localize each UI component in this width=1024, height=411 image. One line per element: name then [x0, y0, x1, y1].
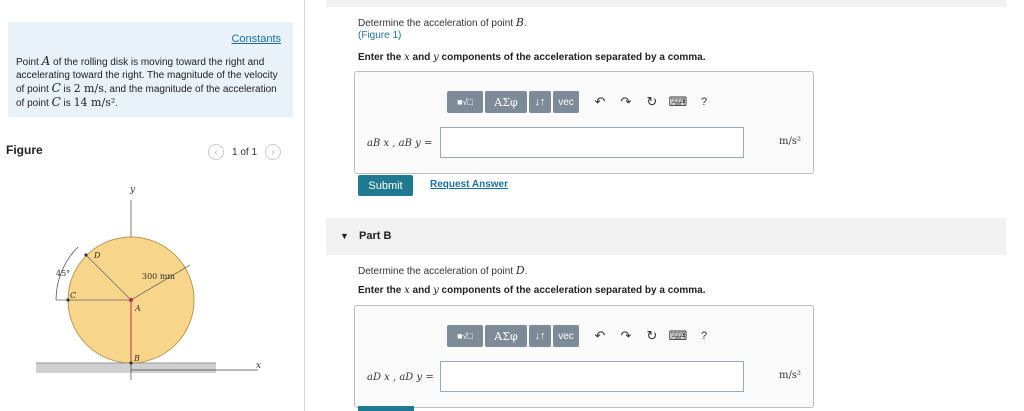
- reset-icon[interactable]: ↻: [639, 325, 665, 347]
- pager-text: 1 of 1: [232, 146, 258, 158]
- point-b-dot: [129, 361, 133, 365]
- top-strip: [326, 0, 1006, 7]
- point-c-label: C: [70, 291, 76, 300]
- radius-label: 300 mm: [142, 272, 175, 281]
- part-a-variable-label: aB x , aB y =: [367, 138, 433, 149]
- part-b-answer-input[interactable]: [440, 361, 744, 392]
- part-a-instructions: Enter the x and y components of the acce…: [358, 52, 706, 63]
- problem-statement: Point A of the rolling disk is moving to…: [16, 54, 278, 110]
- part-b-submit-button-partial[interactable]: [358, 406, 414, 411]
- vec-button[interactable]: vec: [553, 325, 579, 347]
- x-axis-label: x: [256, 361, 261, 371]
- point-b-label: B: [133, 354, 140, 363]
- part-b-unit: m/s²: [779, 370, 801, 381]
- undo-icon[interactable]: ↶: [587, 91, 613, 113]
- next-figure-button[interactable]: ›: [265, 144, 282, 160]
- point-a-dot: [129, 298, 133, 302]
- rolling-disk-figure: y x 45° 300 mm A B C D: [36, 185, 261, 380]
- figure-label: Figure: [6, 143, 43, 157]
- reset-icon[interactable]: ↻: [639, 91, 665, 113]
- part-b-variable-label: aD x , aD y =: [367, 372, 434, 383]
- keyboard-icon[interactable]: ⌨: [665, 91, 691, 113]
- templates-button[interactable]: ■√□: [447, 325, 483, 347]
- keyboard-icon[interactable]: ⌨: [665, 325, 691, 347]
- part-b-instructions: Enter the x and y components of the acce…: [358, 285, 706, 296]
- figure-pager: ‹ 1 of 1 ›: [208, 144, 282, 160]
- point-d-label: D: [93, 251, 101, 260]
- help-icon[interactable]: ?: [691, 91, 717, 113]
- part-b-math-toolbar: ■√□ ΑΣφ ↓↑ vec ↶ ↷ ↻ ⌨ ?: [447, 325, 717, 347]
- submit-button[interactable]: Submit: [358, 175, 413, 196]
- part-b-title: Part B: [359, 230, 392, 242]
- answer-panel: Determine the acceleration of point B. (…: [306, 0, 1024, 411]
- angle-label: 45°: [56, 269, 70, 278]
- part-a-answer-box: ■√□ ΑΣφ ↓↑ vec ↶ ↷ ↻ ⌨ ? aB x , aB y = m…: [354, 71, 814, 174]
- part-b-answer-box: ■√□ ΑΣφ ↓↑ vec ↶ ↷ ↻ ⌨ ? aD x , aD y = m…: [354, 305, 814, 408]
- vec-button[interactable]: vec: [553, 91, 579, 113]
- arrows-button[interactable]: ↓↑: [529, 91, 551, 113]
- greek-button[interactable]: ΑΣφ: [485, 91, 527, 113]
- constants-link[interactable]: Constants: [231, 33, 281, 45]
- part-a-unit: m/s²: [779, 136, 801, 147]
- templates-button[interactable]: ■√□: [447, 91, 483, 113]
- part-a-math-toolbar: ■√□ ΑΣφ ↓↑ vec ↶ ↷ ↻ ⌨ ?: [447, 91, 717, 113]
- greek-button[interactable]: ΑΣφ: [485, 325, 527, 347]
- part-a-answer-input[interactable]: [440, 127, 744, 158]
- problem-panel: Constants Point A of the rolling disk is…: [0, 0, 305, 411]
- y-axis-label: y: [129, 185, 136, 195]
- point-d-dot: [84, 253, 88, 257]
- redo-icon[interactable]: ↷: [613, 91, 639, 113]
- part-a-question: Determine the acceleration of point B.: [358, 16, 527, 29]
- request-answer-link[interactable]: Request Answer: [430, 179, 508, 190]
- undo-icon[interactable]: ↶: [587, 325, 613, 347]
- point-a-label: A: [134, 304, 141, 313]
- constants-box: Constants Point A of the rolling disk is…: [8, 22, 293, 117]
- help-icon[interactable]: ?: [691, 325, 717, 347]
- part-b-question: Determine the acceleration of point D.: [358, 264, 528, 277]
- part-b-header[interactable]: ▼ Part B: [326, 218, 1006, 255]
- redo-icon[interactable]: ↷: [613, 325, 639, 347]
- arrows-button[interactable]: ↓↑: [529, 325, 551, 347]
- collapse-arrow-icon[interactable]: ▼: [340, 231, 349, 241]
- prev-figure-button[interactable]: ‹: [208, 144, 224, 160]
- figure-1-link[interactable]: (Figure 1): [358, 30, 401, 41]
- ground: [36, 363, 216, 373]
